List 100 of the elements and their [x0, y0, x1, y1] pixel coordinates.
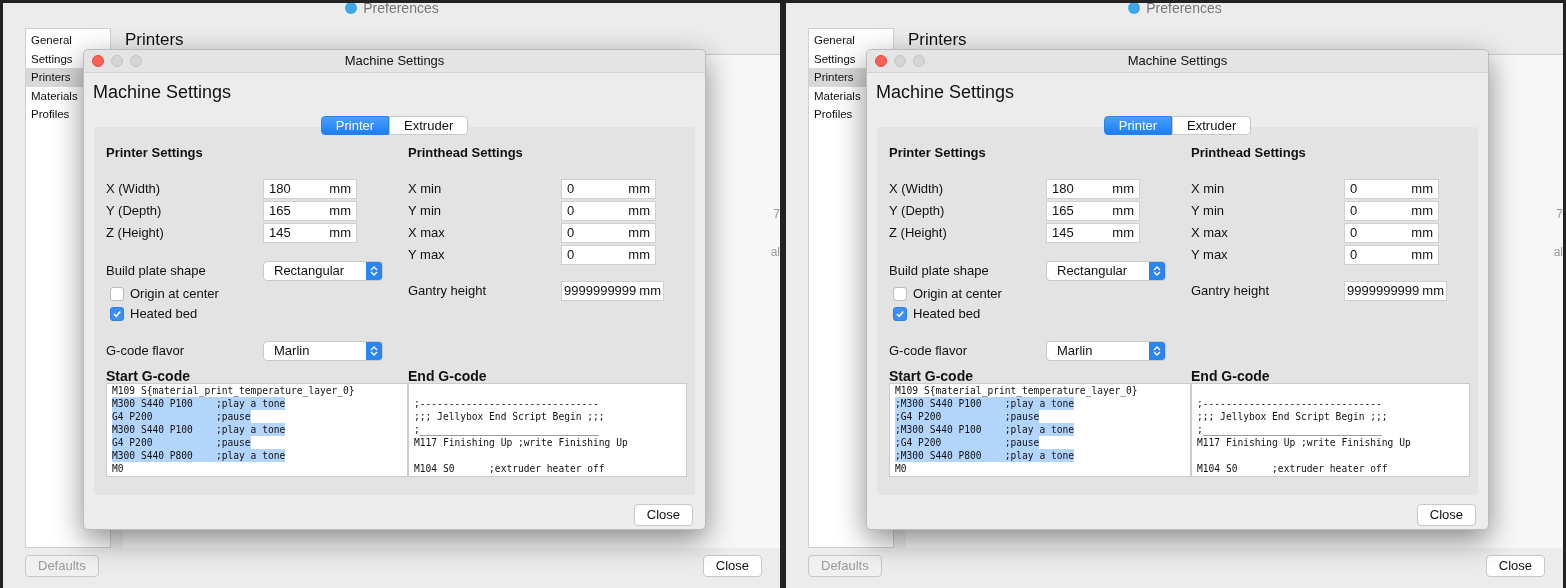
window-title: Preferences [363, 3, 439, 15]
code-line: ;_______________________________ [414, 423, 599, 437]
app-icon [1127, 3, 1142, 15]
sidebar-item[interactable]: General [809, 31, 893, 50]
checkbox[interactable]: Heated bed [106, 303, 408, 324]
dropdown[interactable]: Rectangular [263, 260, 383, 281]
zoom-button[interactable] [130, 55, 142, 67]
field-label: Z (Height) [106, 223, 165, 242]
dropdown[interactable]: Marlin [263, 340, 383, 361]
code-line: ;;; Jellybox End Script Begin ;;; [414, 410, 605, 424]
code-line: M109 S{material_print_temperature_layer_0} [895, 384, 1138, 398]
code-line: ;_______________________________ [1197, 423, 1382, 437]
field-label: G-code flavor [889, 341, 969, 360]
close-button[interactable]: Close [633, 504, 693, 526]
code-line: M117 Finishing Up ;write Finishing Up [1197, 436, 1411, 450]
background-text: al [1553, 244, 1563, 261]
close-button[interactable]: Close [1485, 555, 1545, 577]
background-text: al [770, 244, 780, 261]
updown-arrows-icon [1153, 264, 1161, 277]
page-heading: Printers [125, 31, 184, 48]
input-field[interactable]: 0 mm [1344, 178, 1439, 199]
tab[interactable]: Extruder [1172, 116, 1252, 135]
code-line: M117 Finishing Up ;write Finishing Up [414, 436, 628, 450]
zoom-button[interactable] [913, 55, 925, 67]
code-line: ;;; Jellybox End Script Begin ;;; [1197, 410, 1388, 424]
field-label: X min [1191, 179, 1226, 198]
background-text: 7 [1556, 206, 1563, 223]
minimize-button[interactable] [894, 55, 906, 67]
code-line: M0 [895, 462, 907, 476]
field-label: Y (Depth) [106, 201, 163, 220]
input-field[interactable]: 0 mm [1344, 222, 1439, 243]
checkbox[interactable]: Heated bed [889, 303, 1191, 324]
field-label: X min [408, 179, 443, 198]
close-window-button[interactable] [92, 55, 104, 67]
dialog-title: Machine Settings [344, 52, 445, 71]
checkmark-icon [895, 308, 905, 319]
input-field[interactable]: 0 mm [561, 178, 656, 199]
code-line: M0 [112, 462, 124, 476]
input-field[interactable]: 0 mm [561, 222, 656, 243]
field-label: Y min [1191, 201, 1225, 220]
background-text: 7 [773, 206, 780, 223]
input-field[interactable]: 9999999999 mm [561, 280, 664, 301]
minimize-button[interactable] [111, 55, 123, 67]
code-line: ;------------------------------- [1197, 397, 1382, 411]
section-title: Printhead Settings [408, 145, 524, 161]
input-field[interactable]: 145 mm [263, 222, 357, 243]
window-title: Preferences [1146, 3, 1222, 15]
tab[interactable]: Extruder [389, 116, 469, 135]
close-button[interactable]: Close [702, 555, 762, 577]
field-label: Gantry height [1191, 281, 1271, 300]
input-field[interactable]: 0 mm [1344, 244, 1439, 265]
code-editor[interactable]: M109 S{material_print_temperature_layer_0} M300 S440 P100 ;play a tone G4 P200 ;pause M300 S440 P100 ;play a tone G4 P200 ;pause M300 S440 P800 ;play a tone M0 [106, 383, 408, 478]
section-title: Start G-code [106, 369, 191, 384]
section-title: Printer Settings [106, 145, 204, 161]
updown-arrows-icon [370, 344, 378, 357]
code-editor[interactable]: ;------------------------------- ;;; Jellybox End Script Begin ;;; ;_______________________________ M117 Finishing Up ;write Finishing Up M104 S0 ;extruder heater off [408, 383, 687, 478]
section-title: Printhead Settings [1191, 145, 1307, 161]
checkmark-icon [112, 308, 122, 319]
input-field[interactable]: 0 mm [561, 200, 656, 221]
code-editor[interactable]: M109 S{material_print_temperature_layer_0} ;M300 S440 P100 ;play a tone ;G4 P200 ;pause ;M300 S440 P100 ;play a tone ;G4 P200 ;pause ;M300 S440 P800 ;play a tone M0 [889, 383, 1191, 478]
dropdown[interactable]: Rectangular [1046, 260, 1166, 281]
field-label: X (Width) [106, 179, 162, 198]
field-label: Build plate shape [889, 261, 990, 280]
code-editor[interactable]: ;------------------------------- ;;; Jellybox End Script Begin ;;; ;_______________________________ M117 Finishing Up ;write Finishing Up M104 S0 ;extruder heater off [1191, 383, 1470, 478]
updown-arrows-icon [1153, 344, 1161, 357]
field-label: Y (Depth) [889, 201, 946, 220]
input-field[interactable]: 0 mm [1344, 200, 1439, 221]
updown-arrows-icon [370, 264, 378, 277]
input-field[interactable]: 9999999999 mm [1344, 280, 1447, 301]
section-title: End G-code [1191, 369, 1271, 384]
code-line: M109 S{material_print_temperature_layer_0} [112, 384, 355, 398]
close-window-button[interactable] [875, 55, 887, 67]
input-field[interactable]: 0 mm [561, 244, 656, 265]
code-line: M104 S0 ;extruder heater off [414, 462, 605, 476]
section-title: Printer Settings [889, 145, 987, 161]
checkbox[interactable]: Origin at center [106, 283, 408, 304]
field-label: Build plate shape [106, 261, 207, 280]
input-field[interactable]: 180 mm [263, 178, 357, 199]
code-line: M104 S0 ;extruder heater off [1197, 462, 1388, 476]
close-button[interactable]: Close [1416, 504, 1476, 526]
page-heading: Printers [908, 31, 967, 48]
input-field[interactable]: 165 mm [263, 200, 357, 221]
dialog-title: Machine Settings [1127, 52, 1228, 71]
input-field[interactable]: 145 mm [1046, 222, 1140, 243]
dropdown[interactable]: Marlin [1046, 340, 1166, 361]
section-title: Start G-code [889, 369, 974, 384]
field-label: Y min [408, 201, 442, 220]
app-icon [344, 3, 359, 15]
input-field[interactable]: 180 mm [1046, 178, 1140, 199]
field-label: G-code flavor [106, 341, 186, 360]
checkbox[interactable]: Origin at center [889, 283, 1191, 304]
field-label: X max [408, 223, 446, 242]
section-title: End G-code [408, 369, 488, 384]
input-field[interactable]: 165 mm [1046, 200, 1140, 221]
field-label: X (Width) [889, 179, 945, 198]
field-label: Gantry height [408, 281, 488, 300]
field-label: X max [1191, 223, 1229, 242]
sidebar-item[interactable]: General [26, 31, 110, 50]
field-label: Y max [1191, 245, 1229, 264]
code-line: ;------------------------------- [414, 397, 599, 411]
